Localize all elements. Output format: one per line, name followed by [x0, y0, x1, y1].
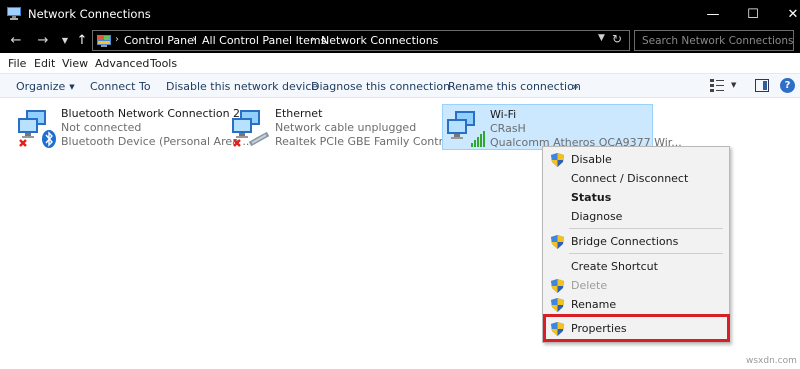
close-button[interactable]: ✕ — [770, 0, 800, 28]
connection-item-bluetooth[interactable]: Bluetooth Network Connection 2 Not conne… — [14, 104, 253, 150]
up-arrow-icon[interactable]: ↑ — [73, 31, 91, 49]
help-icon[interactable]: ? — [780, 78, 795, 93]
command-bar: Organize ▼ Connect To Disable this networ… — [0, 73, 800, 98]
context-label: Delete — [571, 279, 608, 292]
address-row: ← → ▼ ↑ › Control Panel › All Control Pa… — [0, 28, 800, 53]
connection-item-ethernet[interactable]: Ethernet Network cable unplugged Realtek… — [228, 104, 467, 150]
connection-device: Bluetooth Device (Personal Area ... — [61, 135, 253, 148]
context-item-delete[interactable]: Delete — [543, 276, 729, 295]
breadcrumb-all-control-panel-items[interactable]: All Control Panel Items — [202, 34, 326, 47]
menu-view[interactable]: View — [62, 57, 88, 70]
control-panel-icon — [97, 35, 111, 47]
connection-name: Wi-Fi — [490, 108, 517, 121]
search-input[interactable]: Search Network Connections — [634, 30, 794, 51]
context-item-rename[interactable]: Rename — [543, 295, 729, 314]
menu-divider — [569, 228, 723, 229]
connection-status: Network cable unplugged — [275, 121, 417, 134]
ethernet-network-icon — [232, 110, 270, 147]
diagnose-connection-button[interactable]: Diagnose this connection — [311, 80, 450, 93]
title-bar: Network Connections — ☐ ✕ — [0, 0, 800, 28]
menu-tools[interactable]: Tools — [150, 57, 177, 70]
breadcrumb-network-connections[interactable]: Network Connections — [321, 34, 438, 47]
context-label: Rename — [571, 298, 617, 311]
connection-status: CRasH — [490, 122, 526, 135]
context-item-diagnose[interactable]: Diagnose — [543, 207, 729, 226]
context-item-disable[interactable]: Disable — [543, 150, 729, 169]
context-label: Create Shortcut — [571, 260, 658, 273]
uac-shield-icon — [551, 298, 564, 312]
uac-shield-icon — [551, 279, 564, 293]
context-label: Disable — [571, 153, 612, 166]
breadcrumb-separator-icon[interactable]: › — [311, 34, 315, 45]
context-item-connect-disconnect[interactable]: Connect / Disconnect — [543, 169, 729, 188]
breadcrumb-separator-icon[interactable]: › — [115, 34, 119, 45]
menu-bar: File Edit View Advanced Tools — [0, 55, 800, 73]
menu-file[interactable]: File — [8, 57, 26, 70]
disable-device-button[interactable]: Disable this network device — [166, 80, 318, 93]
context-label: Connect / Disconnect — [571, 172, 689, 185]
menu-advanced[interactable]: Advanced — [95, 57, 149, 70]
change-view-icon[interactable] — [710, 79, 724, 92]
forward-arrow-icon[interactable]: → — [34, 31, 52, 49]
watermark: wsxdn.com — [746, 356, 797, 366]
breadcrumb-control-panel[interactable]: Control Panel — [124, 34, 197, 47]
window-title: Network Connections — [28, 7, 151, 21]
back-arrow-icon[interactable]: ← — [7, 31, 25, 49]
context-item-status[interactable]: Status — [543, 188, 729, 207]
address-dropdown-icon[interactable]: ▼ — [598, 33, 605, 43]
connection-status: Not connected — [61, 121, 142, 134]
address-bar[interactable]: › Control Panel › All Control Panel Item… — [92, 30, 630, 51]
search-placeholder: Search Network Connections — [642, 35, 794, 47]
properties-highlight-box — [543, 314, 730, 342]
recent-locations-chevron-icon[interactable]: ▼ — [56, 31, 74, 49]
menu-edit[interactable]: Edit — [34, 57, 55, 70]
organize-button[interactable]: Organize ▼ — [16, 80, 75, 93]
preview-pane-icon[interactable] — [755, 79, 769, 92]
connection-name: Bluetooth Network Connection 2 — [61, 107, 241, 120]
network-connections-icon — [7, 7, 21, 20]
context-label: Status — [571, 191, 612, 204]
context-item-bridge-connections[interactable]: Bridge Connections — [543, 232, 729, 251]
connection-device: Realtek PCIe GBE Family Controller — [275, 135, 468, 148]
more-commands-button[interactable]: » — [572, 80, 579, 93]
organize-label: Organize — [16, 80, 66, 93]
context-label: Bridge Connections — [571, 235, 679, 248]
rename-connection-button[interactable]: Rename this connection — [448, 80, 581, 93]
breadcrumb-separator-icon[interactable]: › — [192, 34, 196, 45]
wifi-network-icon — [447, 111, 485, 147]
uac-shield-icon — [551, 235, 564, 249]
context-label: Diagnose — [571, 210, 623, 223]
view-options-chevron-icon[interactable]: ▼ — [731, 81, 736, 89]
uac-shield-icon — [551, 153, 564, 167]
context-item-create-shortcut[interactable]: Create Shortcut — [543, 257, 729, 276]
bluetooth-network-icon — [18, 110, 56, 148]
connect-to-button[interactable]: Connect To — [90, 80, 151, 93]
chevron-down-icon: ▼ — [69, 83, 75, 91]
connection-name: Ethernet — [275, 107, 323, 120]
connection-item-wifi[interactable]: Wi-Fi CRasH Qualcomm Atheros QCA9377 Wir… — [442, 104, 682, 150]
menu-divider — [569, 253, 723, 254]
refresh-icon[interactable]: ↻ — [612, 32, 622, 46]
